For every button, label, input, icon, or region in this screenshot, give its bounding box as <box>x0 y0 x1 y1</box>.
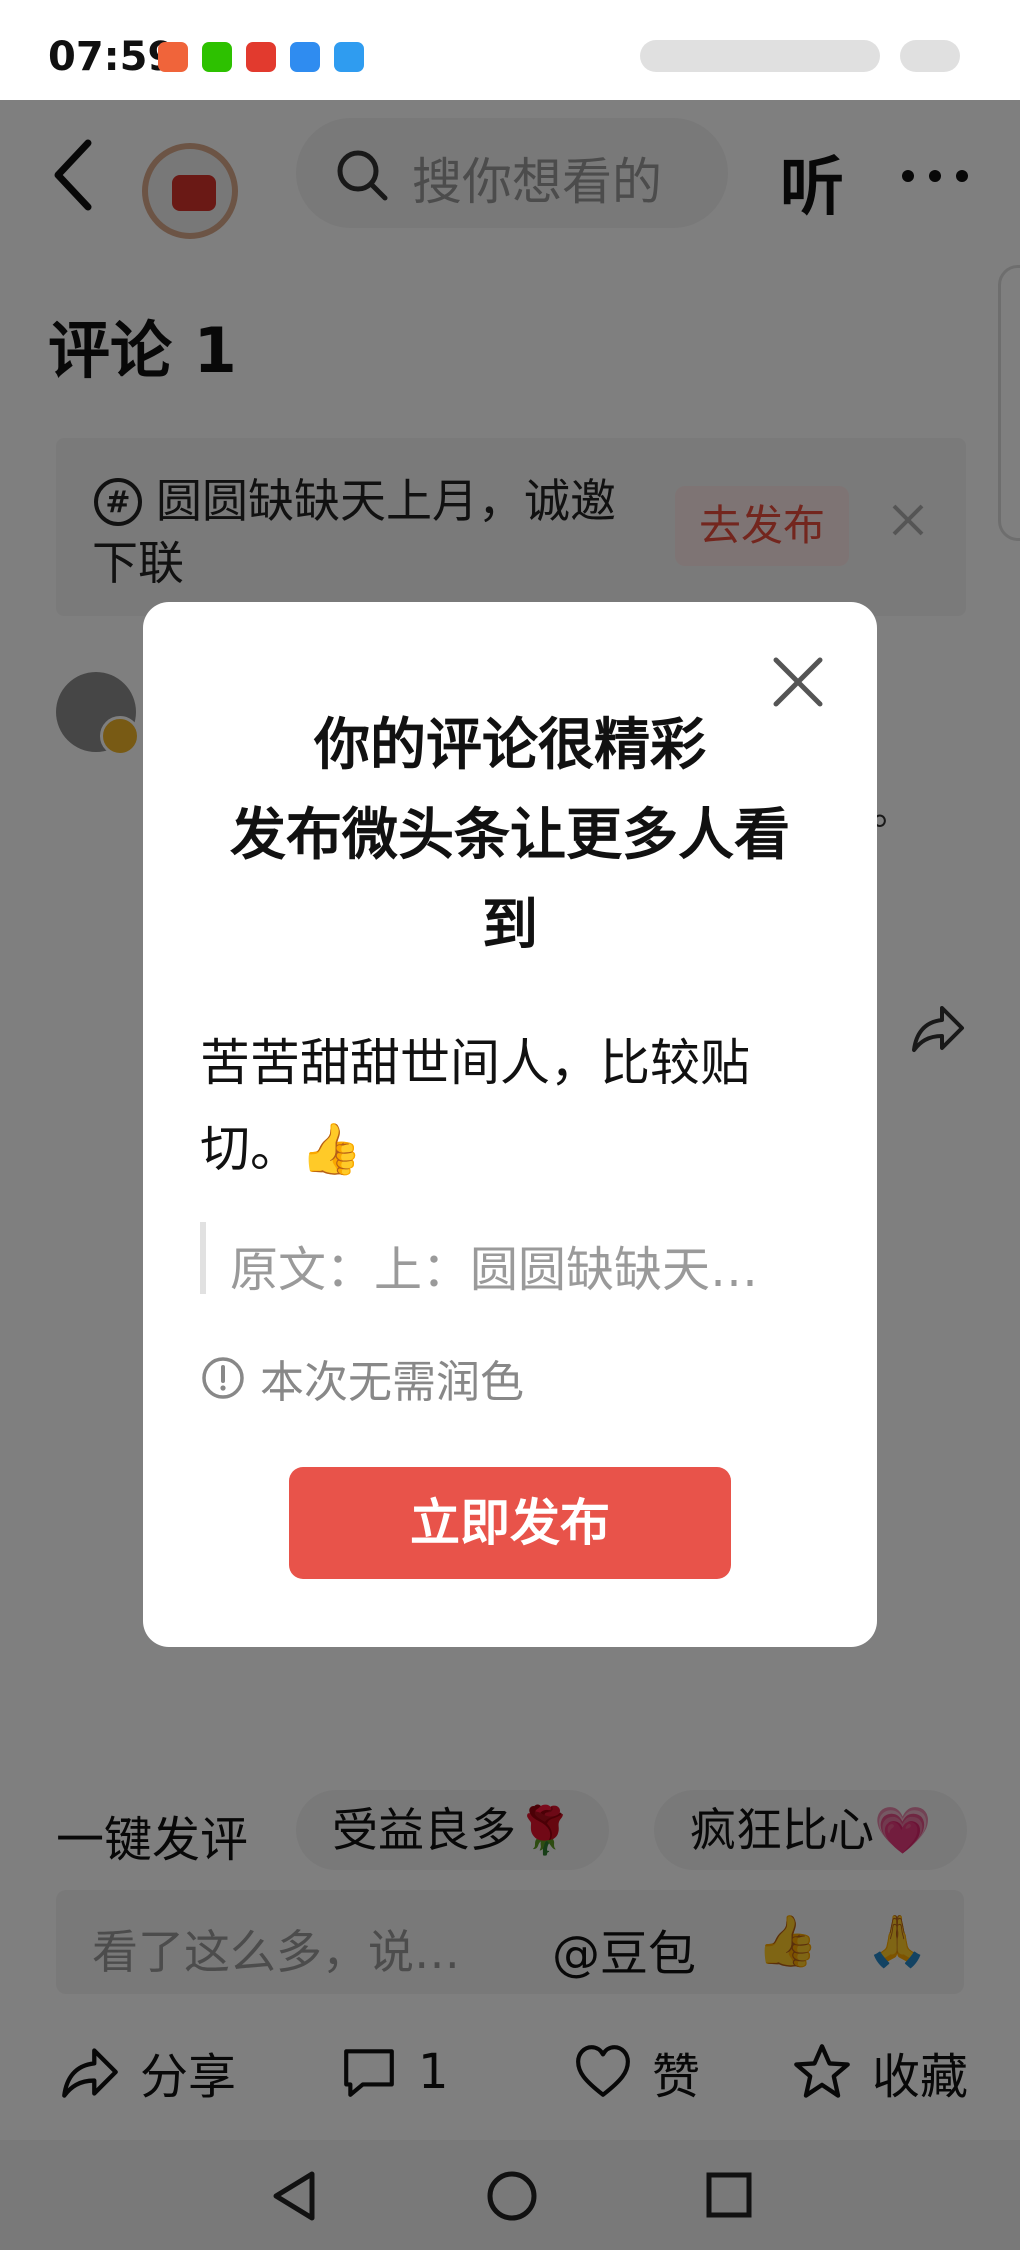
dialog-title-line3: 到 <box>482 893 538 958</box>
info-icon <box>202 1357 244 1399</box>
message-notification-icon <box>290 42 320 72</box>
search-app-notification-icon <box>334 42 364 72</box>
dialog-comment-line2: 切。👍 <box>200 1120 363 1178</box>
battery-icon <box>900 40 960 72</box>
dialog-quote: 原文：上：圆圆缺缺天… <box>230 1242 759 1298</box>
dialog-comment-text: 苦苦甜甜世间人，比较贴 切。👍 <box>200 1020 800 1192</box>
dialog-tip: 本次无需润色 <box>200 1346 524 1410</box>
status-time: 07:59 <box>48 34 176 80</box>
app-notification-icon <box>158 42 188 72</box>
wechat-notification-icon <box>202 42 232 72</box>
publish-now-button[interactable]: 立即发布 <box>289 1467 731 1579</box>
dialog-title-line2: 发布微头条让更多人看 <box>230 803 790 868</box>
status-indicators <box>640 40 880 72</box>
toutiao-notification-icon <box>246 42 276 72</box>
dialog-comment-line1: 苦苦甜甜世间人，比较贴 <box>200 1034 750 1092</box>
nav-bar-dim <box>0 2140 1020 2250</box>
dialog-title-line1: 你的评论很精彩 <box>314 713 706 778</box>
dialog-tip-text: 本次无需润色 <box>260 1357 524 1408</box>
quote-bar <box>200 1222 206 1294</box>
